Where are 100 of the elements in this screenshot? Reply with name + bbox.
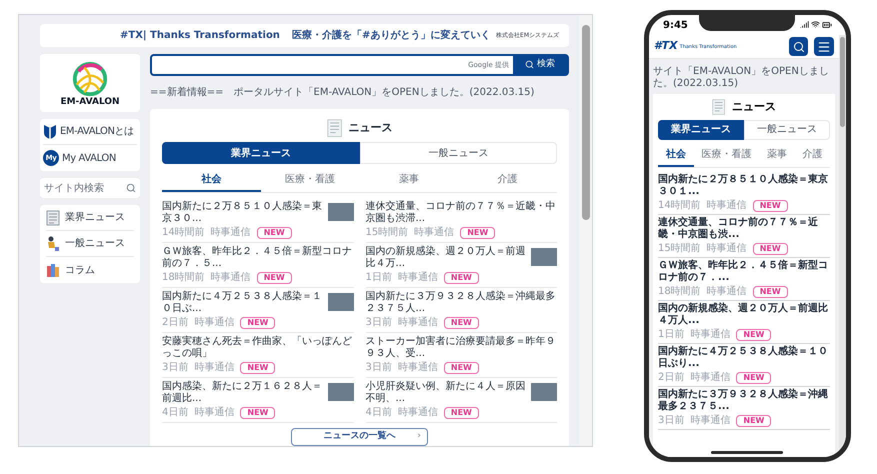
person-icon bbox=[46, 236, 60, 252]
category-tab[interactable]: 介護 bbox=[458, 169, 557, 192]
notice-text: サイト「EM-AVALON」をOPENしました。(2022.03.15) bbox=[653, 64, 830, 91]
newspaper-icon bbox=[46, 210, 60, 226]
news-item[interactable]: 連休交通量、コロナ前の７７％＝近畿・中京圏も渋滞... 15時間前 時事通信 NEW bbox=[366, 198, 557, 243]
sidebar-link[interactable]: EM-AVALONとは bbox=[43, 119, 137, 145]
site-search-field[interactable]: サイト内検索 bbox=[40, 178, 140, 198]
shield-icon bbox=[43, 124, 57, 140]
news-time: 3日前 bbox=[366, 317, 392, 329]
news-tab[interactable]: 業界ニュース bbox=[658, 120, 744, 140]
search-button[interactable]: 検索 bbox=[513, 56, 567, 74]
new-badge: NEW bbox=[256, 227, 292, 239]
search-icon bbox=[525, 60, 534, 70]
news-source: 時事通信 bbox=[194, 362, 234, 374]
home-indicator bbox=[711, 451, 783, 454]
newspaper-icon bbox=[712, 99, 726, 116]
search-button[interactable] bbox=[789, 37, 808, 56]
news-title: 連休交通量、コロナ前の７７％＝近畿・中京圏も渋... bbox=[658, 216, 819, 240]
news-time: 4日前 bbox=[366, 407, 392, 419]
new-badge: NEW bbox=[752, 242, 788, 254]
sidebar-link[interactable]: 一般ニュース bbox=[46, 231, 134, 257]
news-item[interactable]: 国内の新規感染、週２０万人＝前週比４万... 1日前 時事通信 NEW bbox=[366, 243, 557, 288]
news-time: 3日前 bbox=[658, 414, 684, 426]
sidebar-link[interactable]: コラム bbox=[46, 257, 134, 283]
new-badge: NEW bbox=[752, 286, 788, 298]
books-icon bbox=[46, 262, 60, 278]
signal-icon bbox=[800, 20, 809, 29]
news-item[interactable]: 国内新たに２万８５１０人感染＝東京３０... 14時間前 時事通信 NEW bbox=[162, 198, 354, 243]
new-badge: NEW bbox=[444, 407, 479, 419]
menu-button[interactable] bbox=[814, 37, 834, 56]
news-source: 時事通信 bbox=[398, 317, 438, 329]
scrollbar-thumb[interactable] bbox=[582, 25, 590, 220]
news-title: ＧＷ旅客、昨年比２．４５倍＝新型コロナ前の７．５... bbox=[162, 246, 353, 270]
new-badge: NEW bbox=[444, 362, 479, 374]
news-time: 3日前 bbox=[162, 362, 188, 374]
category-tab[interactable]: 介護 bbox=[794, 144, 830, 166]
news-item[interactable]: 連休交通量、コロナ前の７７％＝近畿・中京圏も渋... 15時間前 時事通信 NEW bbox=[658, 214, 830, 258]
new-badge: NEW bbox=[444, 317, 479, 329]
new-badge: NEW bbox=[240, 317, 276, 329]
site-search-input[interactable]: サイト内検索 bbox=[44, 180, 126, 196]
news-source: 時事通信 bbox=[706, 286, 747, 298]
news-list-button[interactable]: ニュースの一覧へ › bbox=[291, 428, 428, 446]
sidebar-link[interactable]: 業界ニュース bbox=[46, 205, 134, 231]
news-time: 15時間前 bbox=[658, 242, 701, 254]
news-item[interactable]: ＧＷ旅客、昨年比２．４５倍＝新型コロナ前の７．... 18時間前 時事通信 NEW bbox=[658, 258, 830, 300]
news-item[interactable]: 国内新たに３万９３２８人感染＝沖縄最多２３７５人... 3日前 時事通信 NEW bbox=[366, 288, 557, 333]
news-title: 安藤実穂さん死去＝作曲家、「いっぽんどっこの唄」 bbox=[162, 336, 353, 360]
news-source: 時事通信 bbox=[690, 414, 730, 426]
news-time: 1日前 bbox=[658, 328, 684, 340]
category-tab[interactable]: 医療・看護 bbox=[260, 169, 360, 192]
news-item[interactable]: 国内新たに４万２５３８人感染＝１０日ぶ... 2日前 時事通信 NEW bbox=[162, 288, 354, 333]
news-title: 国内の新規感染、週２０万人＝前週比４万人... bbox=[658, 302, 829, 326]
news-item[interactable]: ストーカー加害者に治療要請最多＝昨年９９３人、受... 3日前 時事通信 NEW bbox=[366, 333, 557, 378]
news-title: 国内新たに２万８５１０人感染＝東京３０... bbox=[162, 201, 323, 225]
news-time: 4日前 bbox=[162, 407, 188, 419]
news-item[interactable]: 国内新たに４万２５３８人感染＝１０日ぶり... 2日前 時事通信 NEW bbox=[658, 344, 830, 386]
news-source: 時事通信 bbox=[194, 317, 234, 329]
logo-text: EM-AVALON bbox=[60, 98, 120, 106]
category-tab[interactable]: 薬事 bbox=[759, 144, 794, 166]
category-tab[interactable]: 社会 bbox=[162, 169, 261, 192]
news-title: ＧＷ旅客、昨年比２．４５倍＝新型コロナ前の７．... bbox=[658, 260, 829, 284]
category-tab[interactable]: 薬事 bbox=[360, 169, 458, 192]
news-source: 時事通信 bbox=[690, 372, 730, 384]
news-item[interactable]: 国内新たに２万８５１０人感染＝東京３０１... 14時間前 時事通信 NEW bbox=[658, 172, 830, 214]
news-item[interactable]: 国内感染、新たに２万１６２８人＝前週比... 4日前 時事通信 NEW bbox=[162, 378, 354, 423]
news-source: 時事通信 bbox=[398, 362, 438, 374]
news-title: 小児肝炎疑い例、新たに４人＝原因不明、... bbox=[366, 381, 526, 405]
news-time: 15時間前 bbox=[366, 227, 408, 239]
news-title: ストーカー加害者に治療要請最多＝昨年９９３人、受... bbox=[366, 336, 556, 360]
news-time: 14時間前 bbox=[658, 200, 701, 212]
status-time: 9:45 bbox=[663, 18, 688, 32]
news-heading: ニュース bbox=[732, 99, 776, 115]
new-badge: NEW bbox=[736, 414, 772, 426]
news-item[interactable]: 安藤実穂さん死去＝作曲家、「いっぽんどっこの唄」 3日前 時事通信 NEW bbox=[162, 333, 354, 378]
news-time: 14時間前 bbox=[162, 227, 205, 239]
globe-logo-icon bbox=[71, 60, 109, 98]
news-title: 国内の新規感染、週２０万人＝前週比４万... bbox=[366, 246, 526, 270]
news-item[interactable]: 小児肝炎疑い例、新たに４人＝原因不明、... 4日前 時事通信 NEW bbox=[366, 378, 557, 423]
news-time: 3日前 bbox=[366, 362, 392, 374]
news-item[interactable]: 国内新たに３万９３２８人感染＝沖縄最多２３７５... 3日前 時事通信 NEW bbox=[658, 386, 830, 430]
banner-slogan: 医療・介護を「#ありがとう」に変えていく bbox=[292, 28, 490, 43]
news-time: 1日前 bbox=[366, 272, 392, 284]
news-source: 時事通信 bbox=[194, 407, 234, 419]
new-badge: NEW bbox=[444, 272, 479, 284]
search-icon bbox=[126, 183, 136, 193]
news-tab[interactable]: 業界ニュース bbox=[162, 142, 360, 164]
news-title: 国内新たに３万９３２８人感染＝沖縄最多２３７５... bbox=[658, 388, 829, 412]
new-badge: NEW bbox=[736, 328, 772, 340]
news-tab[interactable]: 一般ニュース bbox=[360, 142, 557, 164]
new-badge: NEW bbox=[752, 200, 788, 212]
news-title: 国内新たに２万８５１０人感染＝東京３０１... bbox=[658, 174, 829, 198]
news-tab[interactable]: 一般ニュース bbox=[744, 120, 830, 140]
news-item[interactable]: 国内の新規感染、週２０万人＝前週比４万人... 1日前 時事通信 NEW bbox=[658, 300, 830, 344]
category-tab[interactable]: 社会 bbox=[658, 144, 694, 166]
news-item[interactable]: ＧＷ旅客、昨年比２．４５倍＝新型コロナ前の７．５... 18時間前 時事通信 NEW bbox=[162, 243, 354, 288]
scrollbar-thumb[interactable] bbox=[840, 37, 845, 127]
news-time: 18時間前 bbox=[658, 286, 701, 298]
wifi-icon bbox=[811, 20, 820, 29]
category-tab[interactable]: 医療・看護 bbox=[694, 144, 759, 166]
news-title: 連休交通量、コロナ前の７７％＝近畿・中京圏も渋滞... bbox=[366, 201, 556, 225]
